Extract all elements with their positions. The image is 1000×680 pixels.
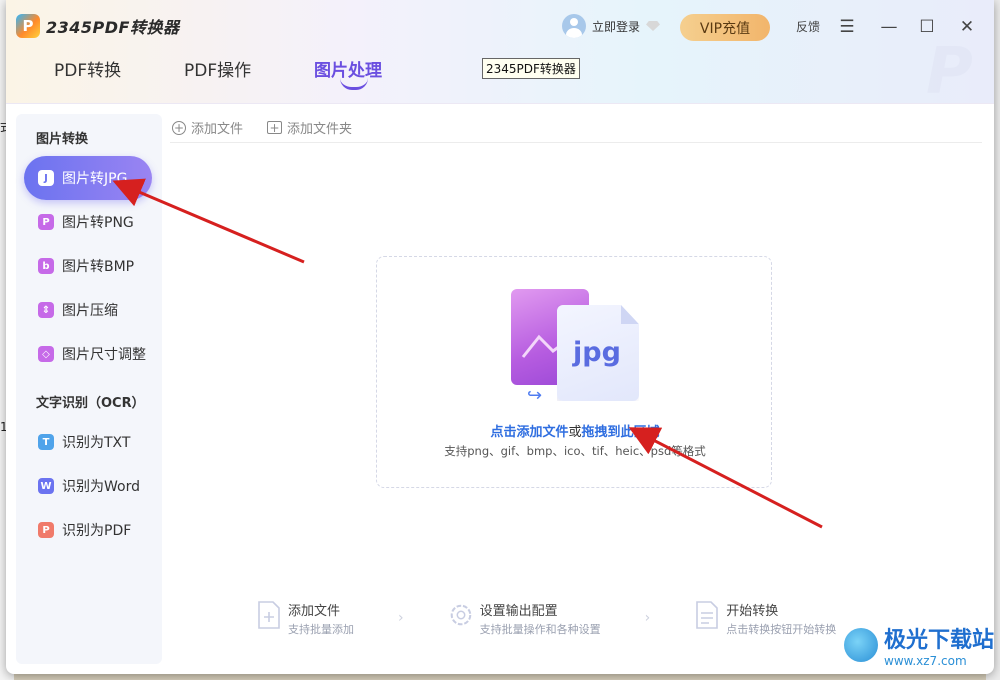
header-decoration-logo: P [926,35,973,109]
sidebar-item-image-to-jpg[interactable]: J 图片转JPG [24,156,152,200]
file-fold [621,305,639,324]
pdf-icon: P [38,522,54,538]
steps-guide: 添加文件 支持批量添加 › 设置输出配置 支持批量操作和各种设置 › 开始转换 … [256,600,836,637]
tab-label: PDF操作 [184,61,252,81]
active-tab-indicator [340,78,368,90]
sidebar-item-ocr-pdf[interactable]: P 识别为PDF [24,508,152,552]
tab-pdf-convert[interactable]: PDF转换 [54,56,184,81]
app-window: P 2345PDF转换器 立即登录 VIP充值 反馈 ☰ — ☐ ✕ PDF转换… [6,0,994,674]
compress-icon: ⇕ [38,302,54,318]
word-icon: W [38,478,54,494]
sidebar-item-ocr-txt[interactable]: T 识别为TXT [24,420,152,464]
bmp-icon: b [38,258,54,274]
chevron-right-icon: › [398,610,404,626]
click-add-file-link[interactable]: 点击添加文件 [490,425,568,440]
tab-image-processing[interactable]: 图片处理 [314,56,444,90]
step-title: 添加文件 [288,604,341,619]
drop-instruction: 点击添加文件或拖拽到此区域 [377,421,773,440]
gear-icon [448,600,474,630]
app-logo: P 2345PDF转换器 [16,14,179,38]
login-button[interactable]: 立即登录 [562,14,661,38]
sidebar-item-label: 图片转BMP [62,259,135,275]
add-file-label: 添加文件 [191,122,244,137]
minimize-icon[interactable]: — [876,14,902,40]
site-watermark: 极光下载站 www.xz7.com [844,622,994,668]
app-title: 2345PDF转换器 [46,18,180,37]
jpg-format-label: jpg [573,337,621,368]
add-folder-button[interactable]: + 添加文件夹 [267,118,352,137]
sidebar-section-ocr: 文字识别（OCR） [36,396,145,411]
drag-here-text: 拖拽到此区域 [581,425,660,440]
resize-icon: ◇ [38,346,54,362]
login-label: 立即登录 [592,19,641,34]
file-toolbar: + 添加文件 + 添加文件夹 [172,118,352,137]
or-text: 或 [568,425,582,440]
sidebar-item-ocr-word[interactable]: W 识别为Word [24,464,152,508]
diamond-icon [646,21,661,31]
txt-icon: T [38,434,54,450]
menu-icon[interactable]: ☰ [834,14,860,40]
chevron-right-icon: › [644,610,651,626]
logo-icon: P [16,14,40,38]
png-icon: P [38,214,54,230]
sidebar: 图片转换 J 图片转JPG P 图片转PNG b 图片转BMP ⇕ 图片压缩 ◇… [16,114,162,664]
add-folder-label: 添加文件夹 [287,122,353,137]
sidebar-item-label: 识别为PDF [62,523,132,539]
sidebar-item-label: 识别为TXT [62,435,131,451]
tab-pdf-operations[interactable]: PDF操作 [184,56,314,81]
watermark-logo-icon [844,628,878,662]
file-plus-icon [256,600,282,630]
app-header: P 2345PDF转换器 立即登录 VIP充值 反馈 ☰ — ☐ ✕ PDF转换… [6,0,994,104]
sidebar-item-label: 图片尺寸调整 [62,347,146,363]
document-icon [694,600,720,630]
vip-recharge-button[interactable]: VIP充值 [680,14,770,41]
file-drop-zone[interactable]: jpg ↪ 点击添加文件或拖拽到此区域 支持png、gif、bmp、ico、ti… [376,256,772,488]
sidebar-item-image-to-png[interactable]: P 图片转PNG [24,200,152,244]
step-desc: 支持批量添加 [288,623,354,636]
sidebar-item-image-resize[interactable]: ◇ 图片尺寸调整 [24,332,152,376]
add-file-button[interactable]: + 添加文件 [172,118,243,137]
step-output-settings: 设置输出配置 支持批量操作和各种设置 [448,600,601,637]
step-add-file: 添加文件 支持批量添加 [256,600,354,637]
supported-formats: 支持png、gif、bmp、ico、tif、heic、psd等格式 [444,444,706,458]
step-desc: 点击转换按钮开始转换 [726,623,837,636]
sidebar-item-label: 图片转JPG [62,171,128,187]
tooltip: 2345PDF转换器 [482,58,580,79]
feedback-link[interactable]: 反馈 [796,18,820,35]
step-start-convert: 开始转换 点击转换按钮开始转换 [694,600,836,637]
watermark-title: 极光下载站 [884,628,994,653]
folder-plus-icon: + [267,121,283,134]
step-title: 开始转换 [726,604,779,619]
sidebar-item-label: 识别为Word [62,479,140,495]
sidebar-section-image-convert: 图片转换 [36,132,89,147]
watermark-url: www.xz7.com [884,654,967,668]
sidebar-item-image-compress[interactable]: ⇕ 图片压缩 [24,288,152,332]
toolbar-divider [170,142,982,143]
sidebar-item-label: 图片压缩 [62,303,118,319]
convert-arrow-icon: ↪ [527,385,543,406]
sidebar-item-label: 图片转PNG [62,215,134,231]
plus-circle-icon: + [172,120,186,135]
avatar-icon [562,14,586,38]
tab-label: PDF转换 [54,61,122,81]
sidebar-item-image-to-bmp[interactable]: b 图片转BMP [24,244,152,288]
jpg-icon: J [38,170,54,186]
main-tabs: PDF转换 PDF操作 图片处理 [54,56,444,90]
step-title: 设置输出配置 [479,604,558,619]
step-desc: 支持批量操作和各种设置 [479,623,601,636]
